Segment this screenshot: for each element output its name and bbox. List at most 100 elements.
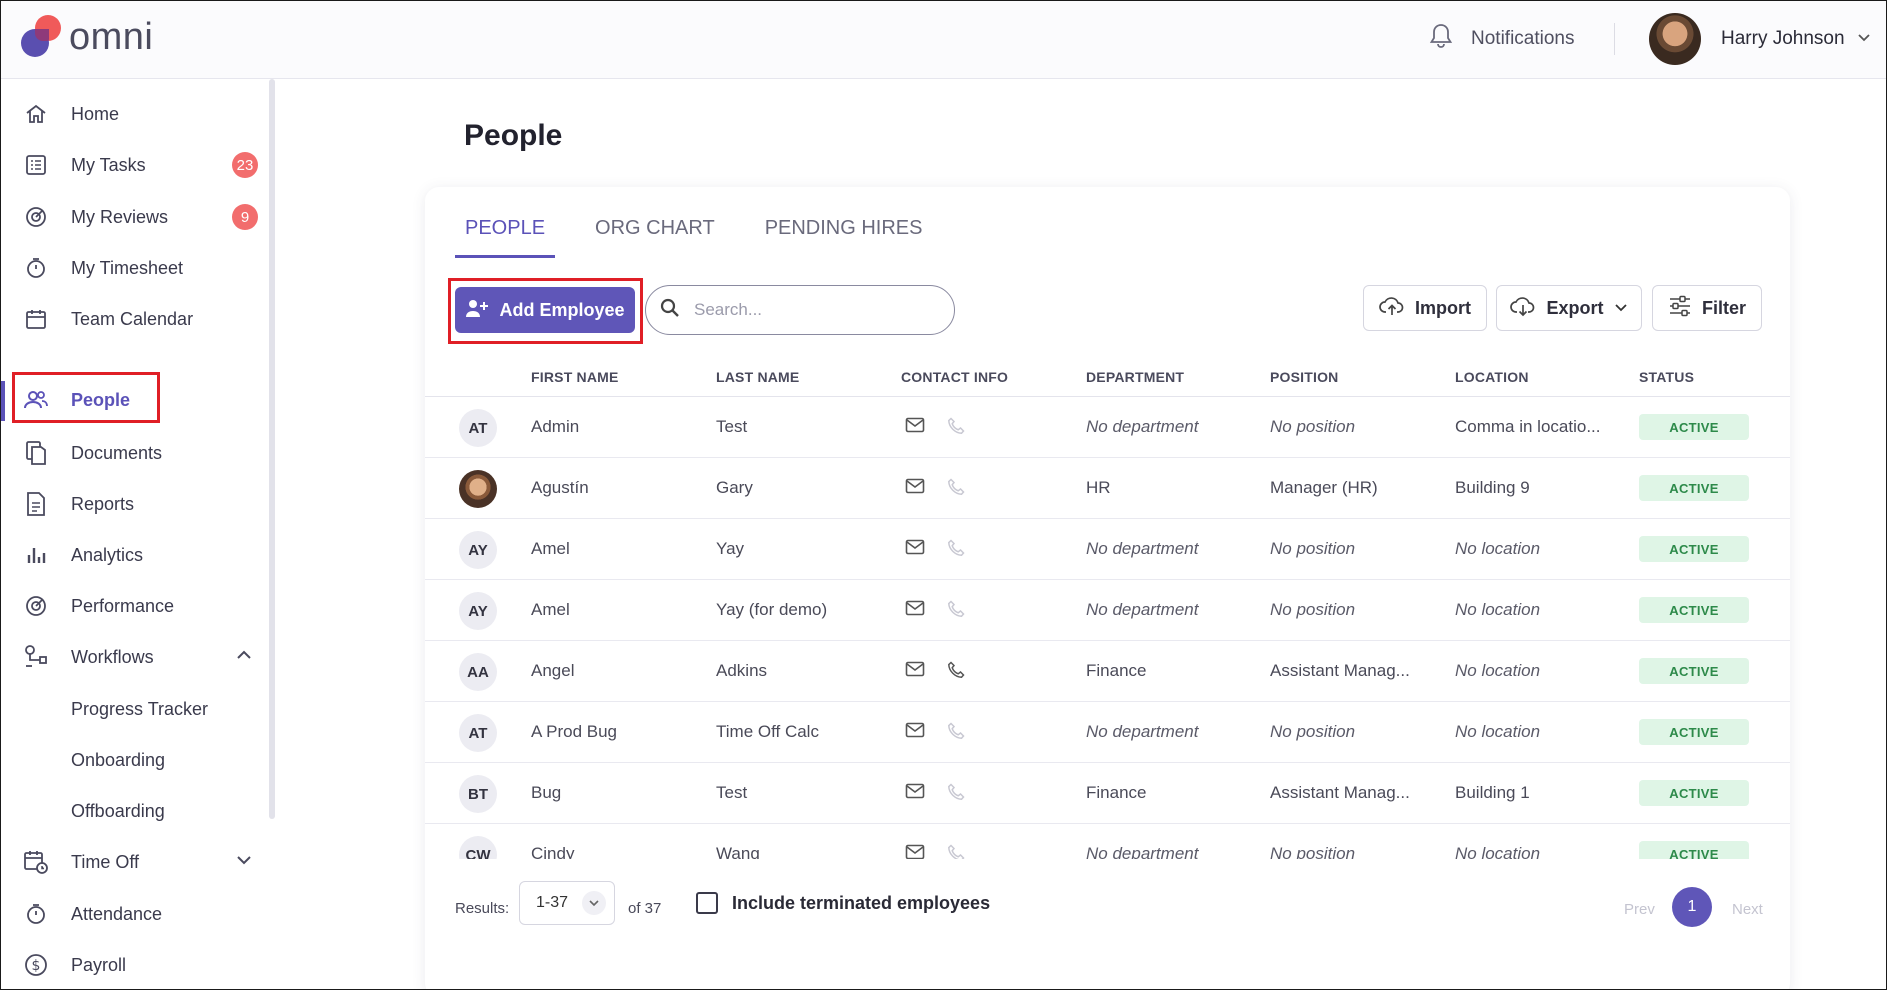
bell-icon [1429,23,1453,54]
department-cell: HR [1086,478,1111,497]
tasks-count-badge: 23 [232,152,258,178]
chevron-down-icon[interactable] [235,851,253,874]
calendar-icon [23,306,49,332]
employee-avatar: AT [459,714,497,752]
sidebar-item-reports[interactable]: Reports [1,482,271,526]
sidebar-item-time-off[interactable]: Time Off [1,840,271,884]
email-icon[interactable] [905,600,925,621]
column-location[interactable]: LOCATION [1455,369,1529,385]
table-row[interactable]: AT Admin Test No department No position Comma… [425,397,1790,458]
import-button[interactable]: Import [1363,285,1487,331]
position-cell: Assistant Manag... [1270,661,1410,680]
position-cell: No position [1270,539,1356,558]
table-row[interactable]: AY Amel Yay (for demo) No department No posi… [425,580,1790,641]
table-row[interactable]: AY Amel Yay No department No position No loca… [425,519,1790,580]
people-icon [23,387,49,413]
email-icon[interactable] [905,417,925,438]
table-row[interactable]: Agustín Gary HR Manager (HR) Building 9 ACTIV… [425,458,1790,519]
people-card: PEOPLE ORG CHART PENDING HIRES Add Emplo… [425,187,1790,989]
top-header: omni Notifications Harry Johnson [1,1,1886,79]
department-cell: No department [1086,539,1199,558]
current-page-button[interactable]: 1 [1672,887,1712,927]
stopwatch-icon [23,901,49,927]
sidebar-item-performance[interactable]: Performance [1,584,271,628]
prev-page-button[interactable]: Prev [1624,901,1655,918]
column-position[interactable]: POSITION [1270,369,1339,385]
column-status[interactable]: STATUS [1639,369,1694,385]
sidebar-item-my-reviews[interactable]: My Reviews 9 [1,195,271,239]
phone-icon [947,722,965,745]
sidebar-item-documents[interactable]: Documents [1,431,271,475]
sidebar-item-team-calendar[interactable]: Team Calendar [1,297,271,341]
phone-icon[interactable] [947,661,965,684]
phone-icon [947,783,965,806]
sidebar-item-label: Time Off [71,851,140,872]
last-name-cell: Test [716,783,748,802]
status-badge: ACTIVE [1639,780,1749,806]
results-range-select[interactable]: 1-37 [519,881,615,925]
chevron-up-icon[interactable] [235,646,253,669]
chevron-down-icon [1614,298,1628,319]
column-first-name[interactable]: FIRST NAME [531,369,619,385]
chevron-down-icon[interactable] [1856,29,1872,50]
sidebar-item-progress-tracker[interactable]: Progress Tracker [1,687,271,731]
search-box[interactable] [645,285,955,335]
include-terminated-toggle[interactable]: Include terminated employees [696,892,990,914]
first-name-cell: Amel [531,539,570,558]
email-icon[interactable] [905,478,925,499]
sidebar-item-my-tasks[interactable]: My Tasks 23 [1,143,271,187]
sidebar-item-home[interactable]: Home [1,92,271,136]
sidebar-item-people[interactable]: People [1,378,271,422]
sidebar-item-label: Team Calendar [71,308,194,329]
email-icon[interactable] [905,539,925,560]
notifications-button[interactable]: Notifications [1429,23,1575,54]
table-row[interactable]: AT A Prod Bug Time Off Calc No department No… [425,702,1790,763]
department-cell: No department [1086,722,1199,741]
tab-pending-hires[interactable]: PENDING HIRES [755,217,933,258]
sidebar-item-analytics[interactable]: Analytics [1,533,271,577]
results-total: of 37 [628,900,662,917]
search-icon [660,298,680,323]
department-cell: Finance [1086,783,1147,802]
logo-text: omni [69,15,154,58]
documents-icon [23,440,49,466]
sidebar-item-label: People [71,389,131,410]
sidebar-item-my-timesheet[interactable]: My Timesheet [1,246,271,290]
sidebar-item-workflows[interactable]: Workflows [1,635,271,679]
omni-logo[interactable]: omni [21,15,153,59]
export-button[interactable]: Export [1496,285,1642,331]
sidebar-item-onboarding[interactable]: Onboarding [1,738,271,782]
tab-bar: PEOPLE ORG CHART PENDING HIRES [455,217,963,258]
include-terminated-checkbox[interactable] [696,892,718,914]
location-cell: Comma in locatio... [1455,417,1601,436]
analytics-icon [23,542,49,568]
reports-icon [23,491,49,517]
user-menu[interactable]: Harry Johnson [1649,13,1845,65]
table-row[interactable]: AA Angel Adkins Finance Assistant Manag... No… [425,641,1790,702]
email-icon[interactable] [905,722,925,743]
email-icon[interactable] [905,783,925,804]
table-row[interactable]: BT Bug Test Finance Assistant Manag... Buildi… [425,763,1790,824]
filter-button[interactable]: Filter [1652,285,1762,331]
add-employee-label: Add Employee [499,299,625,320]
sidebar-item-attendance[interactable]: Attendance [1,892,271,936]
column-department[interactable]: DEPARTMENT [1086,369,1184,385]
phone-icon [947,539,965,562]
tab-people[interactable]: PEOPLE [455,217,556,258]
department-cell: No department [1086,417,1199,436]
employee-avatar: AY [459,592,497,630]
tab-org-chart[interactable]: ORG CHART [585,217,725,258]
first-name-cell: Agustín [531,478,589,497]
table-row[interactable]: CW Cindy Wang No department No position No lo… [425,824,1790,859]
sidebar-item-payroll[interactable]: $ Payroll [1,943,271,987]
search-input[interactable] [694,300,914,320]
next-page-button[interactable]: Next [1732,901,1763,918]
sidebar-item-label: Offboarding [71,800,165,821]
location-cell: No location [1455,722,1541,741]
sidebar-item-offboarding[interactable]: Offboarding [1,789,271,833]
email-icon[interactable] [905,661,925,682]
employee-avatar [459,470,497,508]
add-employee-button[interactable]: Add Employee [455,287,635,333]
column-last-name[interactable]: LAST NAME [716,369,799,385]
location-cell: No location [1455,539,1541,558]
